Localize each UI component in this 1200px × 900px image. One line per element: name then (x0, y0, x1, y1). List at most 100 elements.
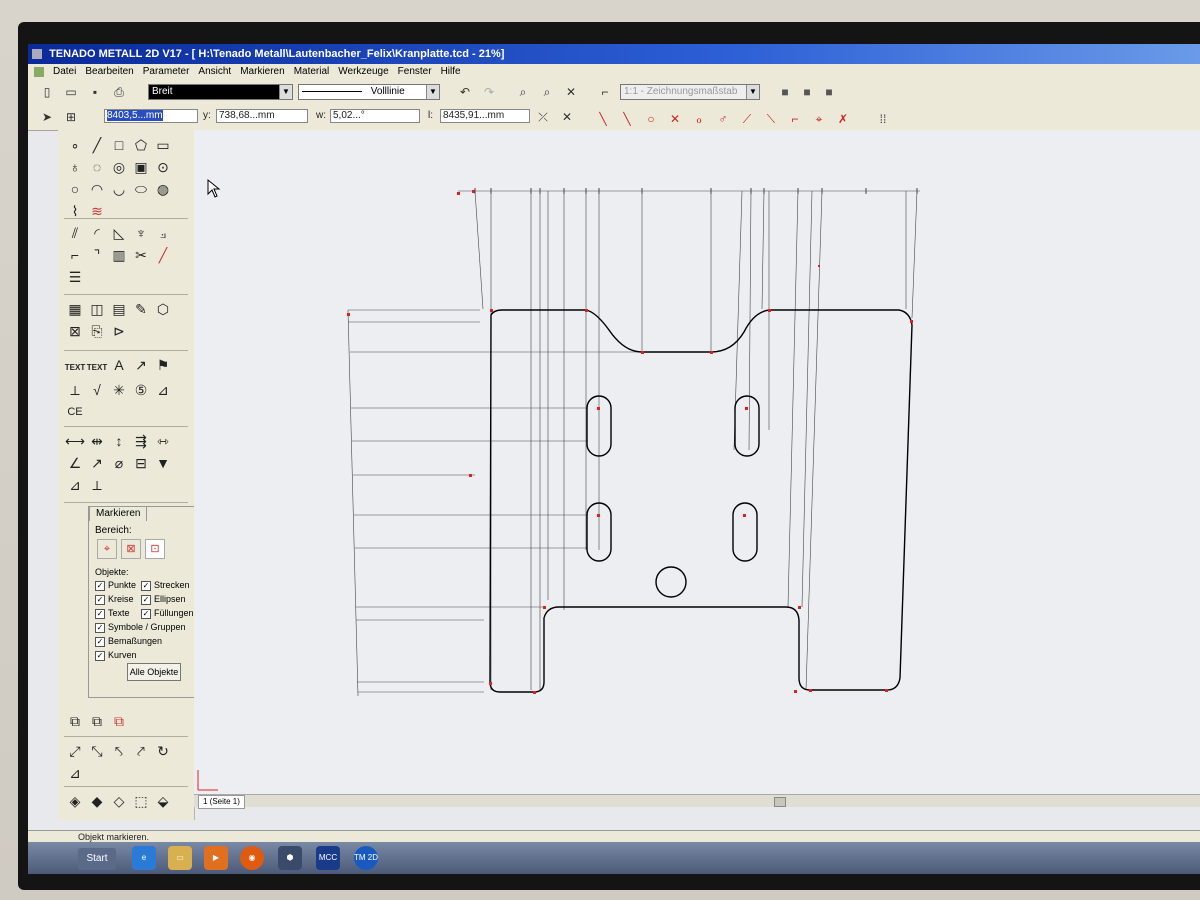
diagonal-icon[interactable]: ╱ (152, 244, 174, 266)
checkbox-kreise[interactable]: ✓ Kreise (95, 593, 134, 605)
dim-radius-icon[interactable]: ↗ (86, 452, 108, 474)
leader-icon[interactable]: ↗ (130, 354, 152, 376)
menu-markieren[interactable]: Markieren (240, 64, 284, 80)
snap-tangent-icon[interactable]: ℴ (690, 110, 708, 128)
font-icon[interactable]: A (108, 354, 130, 376)
layer-icon-1[interactable]: ■ (776, 83, 794, 101)
symbol-icon[interactable]: ⊿ (152, 379, 174, 401)
parallel-icon[interactable]: ⫽ (64, 222, 86, 244)
zoom-window-icon[interactable]: ⌕ (514, 83, 532, 101)
dim-tolerance-icon[interactable]: ⊿ (64, 474, 86, 496)
explorer-folder-icon[interactable]: ▭ (168, 846, 192, 870)
dim-multi-icon[interactable]: ⇿ (152, 430, 174, 452)
checkbox-texte[interactable]: ✓ Texte (95, 607, 130, 619)
fill-icon[interactable]: ⬡ (152, 298, 174, 320)
all-objects-button[interactable]: Alle Objekte (127, 663, 181, 681)
menu-werkzeuge[interactable]: Werkzeuge (338, 64, 388, 80)
open-folder-icon[interactable]: ▭ (62, 83, 80, 101)
dim-vertical-icon[interactable]: ↕ (108, 430, 130, 452)
checkbox-punkte[interactable]: ✓ Punkte (95, 579, 136, 591)
angle-field[interactable]: 5,02...° (330, 109, 420, 123)
frame-icon[interactable]: ▣ (130, 156, 152, 178)
line-width-select[interactable]: Breit ▼ (148, 84, 293, 100)
dim-baseline-icon[interactable]: ⇶ (130, 430, 152, 452)
arc-2-icon[interactable]: ◡ (108, 178, 130, 200)
slot-bottom-right[interactable] (732, 502, 758, 562)
media-player-icon[interactable]: ▶ (204, 846, 228, 870)
mirror-icon[interactable]: ◫ (86, 298, 108, 320)
line-type-select[interactable]: Volllinie ▼ (298, 84, 440, 100)
weld-icon[interactable]: ⟂ (64, 379, 86, 401)
explode-icon[interactable]: ⊠ (64, 320, 86, 342)
copy-icon[interactable]: ⤡ (86, 740, 108, 762)
document-icon[interactable] (34, 67, 44, 77)
snap-line-2-icon[interactable]: ╲ (618, 110, 636, 128)
undo-icon[interactable]: ↶ (456, 83, 474, 101)
firefox-icon[interactable]: ◉ (240, 846, 264, 870)
snap-perpendicular-icon[interactable]: ⟍ (762, 110, 780, 128)
polygon-icon[interactable]: ⬠ (130, 134, 152, 156)
print-icon[interactable]: ⎙ (110, 83, 128, 101)
chamfer-icon[interactable]: ◺ (108, 222, 130, 244)
view-2-icon[interactable]: ◆ (86, 790, 108, 812)
checkbox-kurven[interactable]: ✓ Kurven (95, 649, 137, 661)
select-icon[interactable]: ⧉ (64, 710, 86, 732)
dim-ordinate-icon[interactable]: ⊟ (130, 452, 152, 474)
menu-bearbeiten[interactable]: Bearbeiten (85, 64, 133, 80)
cancel-x-icon[interactable]: ⤫ (534, 108, 552, 126)
circle-icon[interactable]: ○ (64, 178, 86, 200)
menu-hilfe[interactable]: Hilfe (441, 64, 461, 80)
checkbox-strecken[interactable]: ✓ Strecken (141, 579, 190, 591)
snap-intersection-icon[interactable]: ✕ (666, 110, 684, 128)
dim-value-icon[interactable]: ▼ (152, 452, 174, 474)
redo-icon[interactable]: ↷ (480, 83, 498, 101)
mark-area-icon[interactable]: ⌖ (97, 539, 117, 559)
cube-app-icon[interactable]: ⬢ (278, 846, 302, 870)
arc-icon[interactable]: ◠ (86, 178, 108, 200)
move-icon[interactable]: ⤢ (64, 740, 86, 762)
rounded-rect-icon[interactable]: ▭ (152, 134, 174, 156)
scroll-thumb[interactable] (774, 797, 786, 807)
checkbox-ellipsen[interactable]: ✓ Ellipsen (141, 593, 186, 605)
text-multi-icon[interactable]: TEXT (86, 357, 108, 379)
horizontal-scrollbar[interactable]: 1 (Seite 1) (194, 794, 1200, 809)
snap-point-icon[interactable]: ⌖ (810, 110, 828, 128)
dim-edit-icon[interactable]: ⟂ (86, 474, 108, 496)
snap-icon[interactable]: ⊞ (62, 108, 80, 126)
menu-material[interactable]: Material (294, 64, 330, 80)
grid-box-icon[interactable]: ▤ (108, 298, 130, 320)
reflect-icon[interactable]: ↻ (152, 740, 174, 762)
ellipse-icon[interactable]: ⬭ (130, 178, 152, 200)
tenado-2d-icon[interactable]: TM 2D (354, 846, 378, 870)
stretch-icon[interactable]: ⊿ (64, 762, 86, 784)
snap-end-icon[interactable]: ⌐ (786, 110, 804, 128)
hatch-icon[interactable]: ▥ (108, 244, 130, 266)
corner-icon[interactable]: ⌝ (86, 244, 108, 266)
snap-line-icon[interactable]: ╲ (594, 110, 612, 128)
star-icon[interactable]: ✳ (108, 379, 130, 401)
select-add-icon[interactable]: ⧉ (86, 710, 108, 732)
view-3-icon[interactable]: ◇ (108, 790, 130, 812)
line-icon[interactable]: ╱ (86, 134, 108, 156)
length-field[interactable]: 8435,91...mm (440, 109, 530, 123)
menu-datei[interactable]: Datei (53, 64, 76, 80)
text-icon[interactable]: TEXT (64, 357, 86, 379)
select-remove-icon[interactable]: ⧉ (108, 710, 130, 732)
cut-icon[interactable]: ✂ (130, 244, 152, 266)
view-5-icon[interactable]: ⬙ (152, 790, 174, 812)
point-icon[interactable]: ∘ (64, 134, 86, 156)
circle-3pt-icon[interactable]: ◌ (86, 156, 108, 178)
drawing-canvas[interactable] (194, 130, 1200, 794)
ellipse-2-icon[interactable]: ◍ (152, 178, 174, 200)
scale-icon[interactable]: ⌐ (596, 83, 614, 101)
flag-icon[interactable]: ⚑ (152, 354, 174, 376)
snap-circle-icon[interactable]: ○ (642, 110, 660, 128)
mark-intersect-icon[interactable]: ⊡ (145, 539, 165, 559)
dim-horizontal-icon[interactable]: ⟷ (64, 430, 86, 452)
number-icon[interactable]: ⑤ (130, 379, 152, 401)
edit-icon[interactable]: ✎ (130, 298, 152, 320)
scale-select[interactable]: 1:1 - Zeichnungsmaßstab ▼ (620, 84, 760, 100)
array-icon[interactable]: ▦ (64, 298, 86, 320)
x-coordinate-field[interactable]: 8403,5...mm (104, 109, 198, 123)
mark-exclude-icon[interactable]: ⊠ (121, 539, 141, 559)
